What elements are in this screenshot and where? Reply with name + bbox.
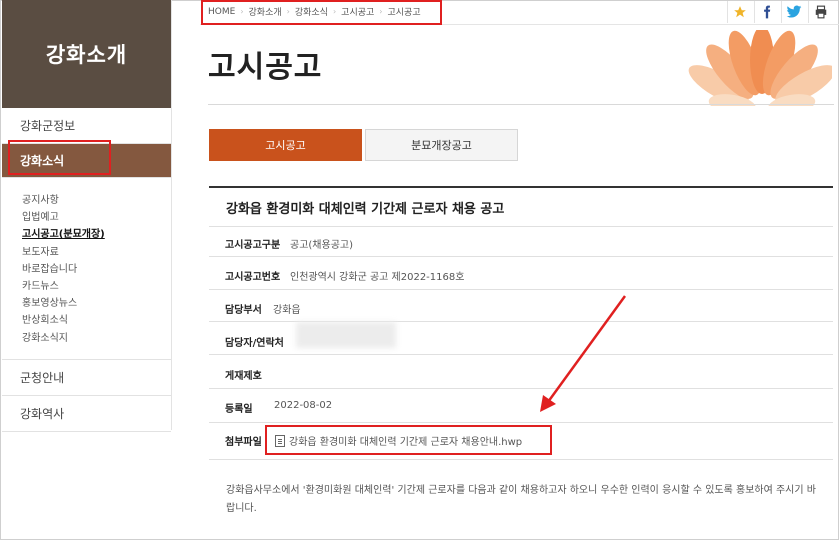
sidebar-heading: 강화소개 <box>2 0 171 108</box>
attachment-filename[interactable]: 강화읍 환경미화 대체인력 기간제 근로자 채용안내.hwp <box>289 437 522 448</box>
file-icon <box>275 435 285 447</box>
breadcrumb-item[interactable]: 고시공고 <box>341 5 374 18</box>
sidebar: 강화소개 강화군정보 강화소식 공지사항 입법예고 고시공고(분묘개장) 보도자… <box>2 0 172 432</box>
sidebar-item-history[interactable]: 강화역사 <box>2 395 171 432</box>
notice-title: 강화읍 환경미화 대체인력 기간제 근로자 채용 공고 <box>226 202 505 217</box>
notice-body: 강화읍사무소에서 '환경미화원 대체인력' 기간제 근로자를 다음과 같이 채용… <box>226 485 816 514</box>
field-value: 공고(채용공고) <box>290 240 354 251</box>
field-label: 등록일 <box>225 404 253 415</box>
top-bar: HOME › 강화소개 › 강화소식 › 고시공고 › 고시공고 <box>200 0 839 25</box>
field-label: 첨부파일 <box>225 437 262 448</box>
submenu-item-announcements[interactable]: 고시공고(분묘개장) <box>22 226 171 243</box>
field-row-department: 담당부서 강화읍 <box>209 289 833 321</box>
field-value: 인천광역시 강화군 공고 제2022-1168호 <box>290 272 465 283</box>
sidebar-submenu: 공지사항 입법예고 고시공고(분묘개장) 보도자료 바로잡습니다 카드뉴스 홍보… <box>2 178 171 360</box>
field-row-number: 고시공고번호 인천광역시 강화군 공고 제2022-1168호 <box>209 256 833 289</box>
sidebar-item-ganghwa-news[interactable]: 강화소식 <box>2 144 171 178</box>
tab-grave-relocation[interactable]: 분묘개장공고 <box>365 129 518 161</box>
share-icons <box>727 1 833 23</box>
star-icon[interactable] <box>727 1 752 23</box>
submenu-item-legislation[interactable]: 입법예고 <box>22 209 171 226</box>
facebook-icon[interactable] <box>754 1 779 23</box>
board-top-border <box>209 186 833 188</box>
sidebar-item-county-guide[interactable]: 군청안내 <box>2 359 171 396</box>
field-row-category: 고시공고구분 공고(채용공고) <box>209 226 833 256</box>
field-row-attachment: 첨부파일 강화읍 환경미화 대체인력 기간제 근로자 채용안내.hwp <box>209 422 833 460</box>
field-label: 고시공고번호 <box>225 272 281 283</box>
field-row-date: 등록일 2022-08-02 <box>209 388 833 422</box>
submenu-item-press[interactable]: 보도자료 <box>22 244 171 261</box>
redacted-contact <box>296 322 396 348</box>
decorative-flower-image <box>682 30 832 106</box>
submenu-item-card-news[interactable]: 카드뉴스 <box>22 278 171 295</box>
twitter-icon[interactable] <box>781 1 806 23</box>
submenu-item-meeting-news[interactable]: 반상회소식 <box>22 312 171 329</box>
field-label: 담당자/연락처 <box>225 338 284 349</box>
breadcrumb: HOME › 강화소개 › 강화소식 › 고시공고 › 고시공고 <box>208 5 421 19</box>
submenu-item-notices[interactable]: 공지사항 <box>22 192 171 209</box>
tab-announcements[interactable]: 고시공고 <box>209 129 362 161</box>
submenu-item-corrections[interactable]: 바로잡습니다 <box>22 261 171 278</box>
sidebar-item-county-info[interactable]: 강화군정보 <box>2 108 171 144</box>
submenu-item-video-news[interactable]: 홍보영상뉴스 <box>22 295 171 312</box>
breadcrumb-home[interactable]: HOME <box>208 7 235 17</box>
field-label: 고시공고구분 <box>225 240 281 251</box>
field-label: 담당부서 <box>225 305 262 316</box>
field-label: 게재제호 <box>225 371 262 382</box>
breadcrumb-item[interactable]: 고시공고 <box>388 5 421 18</box>
field-row-publication: 게재제호 <box>209 354 833 388</box>
title-divider <box>208 104 834 105</box>
submenu-item-newsletter[interactable]: 강화소식지 <box>22 330 171 347</box>
print-icon[interactable] <box>808 1 833 23</box>
breadcrumb-item[interactable]: 강화소식 <box>295 5 328 18</box>
field-value: 2022-08-02 <box>274 400 333 411</box>
field-value: 강화읍 <box>273 305 301 316</box>
attachment-link[interactable]: 강화읍 환경미화 대체인력 기간제 근로자 채용안내.hwp <box>275 433 522 448</box>
breadcrumb-item[interactable]: 강화소개 <box>249 5 282 18</box>
page-title: 고시공고 <box>208 50 323 85</box>
